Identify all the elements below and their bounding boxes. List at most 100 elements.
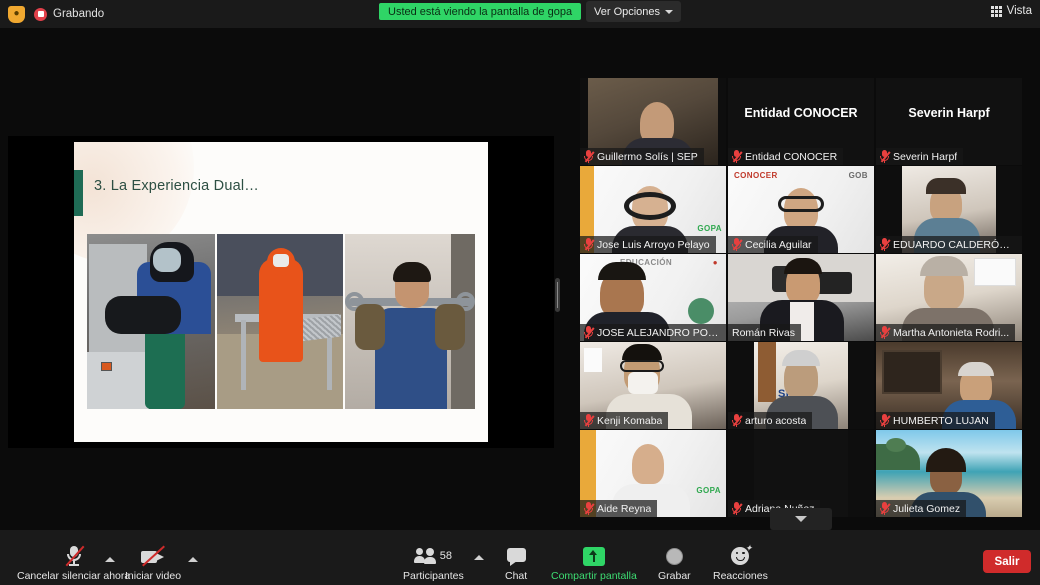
mic-muted-icon: [584, 414, 595, 427]
mic-muted-icon: [584, 502, 595, 515]
participant-tile[interactable]: GOPA Aide Reyna: [580, 430, 726, 517]
slide-title: 3. La Experiencia Dual…: [94, 178, 259, 194]
recording-label: Grabando: [53, 8, 105, 20]
participant-name: Severin Harpf: [893, 150, 958, 163]
participant-name: EDUARDO CALDERÓN (...: [893, 238, 1016, 251]
presentation-slide: 3. La Experiencia Dual…: [74, 142, 488, 442]
participant-tile[interactable]: CONOCER GOB Cecilia Aguilar: [728, 166, 874, 253]
chat-label: Chat: [505, 570, 528, 582]
participant-name: JOSE ALEJANDRO PON...: [597, 326, 720, 339]
shared-screen-stage[interactable]: 3. La Experiencia Dual…: [8, 136, 554, 448]
participant-display-name: Entidad CONOCER: [744, 106, 858, 120]
participant-name: Guillermo Solís | SEP: [597, 150, 698, 163]
name-badge: JOSE ALEJANDRO PON...: [580, 324, 726, 341]
participants-icon: 58: [413, 545, 452, 567]
slide-photo-welding: [87, 234, 216, 409]
name-badge: Jose Luis Arroyo Pelayo: [580, 236, 716, 253]
chat-icon: [506, 545, 526, 567]
participant-tile[interactable]: GOPA Jose Luis Arroyo Pelayo: [580, 166, 726, 253]
participants-count: 58: [439, 550, 452, 562]
start-video-button[interactable]: Iniciar video: [125, 545, 181, 582]
name-badge: Martha Antonieta Rodri...: [876, 324, 1016, 341]
mute-button[interactable]: Cancelar silenciar ahora: [17, 545, 130, 582]
video-options-chevron-icon[interactable]: [188, 557, 198, 562]
participant-name: arturo acosta: [745, 414, 807, 427]
mic-muted-icon: [880, 326, 891, 339]
mic-muted-icon: [880, 238, 891, 251]
view-button-label: Vista: [1006, 5, 1032, 17]
name-badge: HUMBERTO LUJAN: [876, 412, 995, 429]
leave-meeting-button[interactable]: Salir: [983, 550, 1031, 573]
view-options-button[interactable]: Ver Opciones: [586, 1, 682, 22]
mic-muted-icon: [732, 502, 743, 515]
name-badge: Cecilia Aguilar: [728, 236, 818, 253]
mic-muted-icon: [732, 150, 743, 163]
slide-photo-student: [344, 234, 475, 409]
participant-name: HUMBERTO LUJAN: [893, 414, 989, 427]
participant-name: Entidad CONOCER: [745, 150, 838, 163]
top-bar: ● Grabando Usted está viendo la pantalla…: [0, 0, 1040, 28]
slide-photo-strip: [87, 234, 475, 409]
audio-options-chevron-icon[interactable]: [105, 557, 115, 562]
share-screen-label: Compartir pantalla: [551, 570, 637, 582]
participants-button[interactable]: 58 Participantes: [403, 545, 464, 582]
participant-display-name: Severin Harpf: [908, 106, 990, 120]
participant-tile[interactable]: Kenji Komaba: [580, 342, 726, 429]
participant-name: Jose Luis Arroyo Pelayo: [597, 238, 710, 251]
mic-muted-icon: [732, 414, 743, 427]
gallery-next-page-button[interactable]: [770, 508, 832, 530]
participant-name: Martha Antonieta Rodri...: [893, 326, 1010, 339]
name-badge: Kenji Komaba: [580, 412, 669, 429]
participant-name: Julieta Gomez: [893, 502, 961, 515]
participant-tile[interactable]: Martha Antonieta Rodri...: [876, 254, 1022, 341]
participant-tile[interactable]: HUMBERTO LUJAN: [876, 342, 1022, 429]
meeting-toolbar: Cancelar silenciar ahora Iniciar video 5…: [0, 530, 1040, 585]
reactions-icon: ✦: [731, 544, 752, 567]
participant-name: Román Rivas: [732, 326, 796, 339]
record-button[interactable]: Grabar: [658, 545, 691, 582]
zoom-meeting-window: ● Grabando Usted está viendo la pantalla…: [0, 0, 1040, 585]
slide-accent-bar: [74, 170, 83, 216]
participant-tile[interactable]: EDUCACIÓN ● JOSE ALEJANDRO PON...: [580, 254, 726, 341]
participant-tile[interactable]: EDUARDO CALDERÓN (...: [876, 166, 1022, 253]
name-badge: Julieta Gomez: [876, 500, 967, 517]
grid-icon: [990, 5, 1002, 17]
participant-tile[interactable]: Entidad CONOCER Entidad CONOCER: [728, 78, 874, 165]
participant-tile[interactable]: Julieta Gomez: [876, 430, 1022, 517]
reactions-button[interactable]: ✦ Reacciones: [713, 544, 768, 583]
recording-indicator[interactable]: Grabando: [34, 7, 105, 21]
participant-tile[interactable]: SID arturo acosta: [728, 342, 874, 429]
camera-off-icon: [140, 545, 166, 567]
participants-options-chevron-icon[interactable]: [474, 555, 484, 560]
name-badge: Entidad CONOCER: [728, 148, 844, 165]
mic-muted-icon: [880, 502, 891, 515]
participant-name: Cecilia Aguilar: [745, 238, 812, 251]
split-drag-handle[interactable]: [555, 278, 560, 312]
mic-muted-icon: [880, 150, 891, 163]
name-badge: Aide Reyna: [580, 500, 658, 517]
chat-button[interactable]: Chat: [505, 545, 527, 582]
mic-muted-icon: [732, 238, 743, 251]
name-badge: arturo acosta: [728, 412, 813, 429]
name-badge: EDUARDO CALDERÓN (...: [876, 236, 1022, 253]
participant-name: Kenji Komaba: [597, 414, 663, 427]
name-badge: Guillermo Solís | SEP: [580, 148, 704, 165]
share-screen-button[interactable]: Compartir pantalla: [551, 545, 637, 582]
name-badge: Román Rivas: [728, 324, 802, 341]
participant-tile[interactable]: Adriana Nuñez: [728, 430, 874, 517]
start-video-label: Iniciar video: [125, 570, 182, 582]
participant-gallery: Guillermo Solís | SEP Entidad CONOCER En…: [580, 78, 1024, 517]
mute-button-label: Cancelar silenciar ahora: [17, 570, 131, 582]
stop-recording-icon[interactable]: [34, 7, 47, 21]
participant-tile[interactable]: Guillermo Solís | SEP: [580, 78, 726, 165]
shield-icon[interactable]: ●: [8, 5, 25, 23]
record-label: Grabar: [658, 570, 691, 582]
screen-share-banner: Usted está viendo la pantalla de gopa: [379, 3, 582, 20]
view-button[interactable]: Vista: [990, 5, 1032, 17]
slide-photo-overall: [217, 234, 343, 409]
view-options-label: Ver Opciones: [594, 5, 661, 18]
chevron-down-icon: [795, 516, 807, 522]
participant-tile[interactable]: Severin Harpf Severin Harpf: [876, 78, 1022, 165]
participant-tile-active-speaker[interactable]: Román Rivas: [728, 254, 874, 341]
record-icon: [665, 545, 683, 567]
